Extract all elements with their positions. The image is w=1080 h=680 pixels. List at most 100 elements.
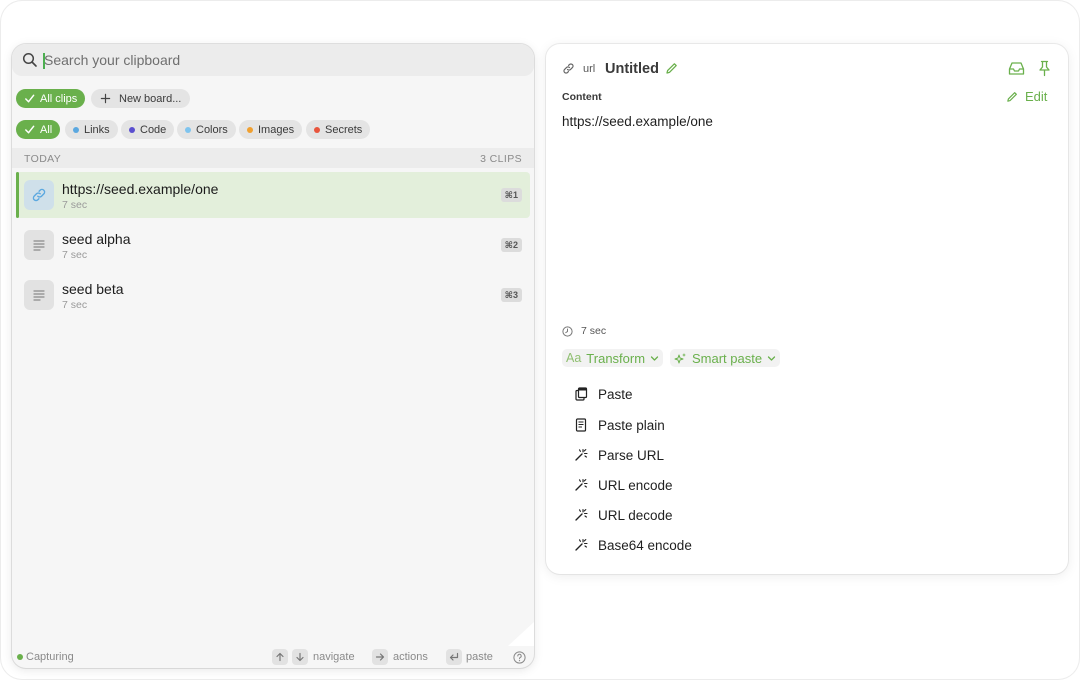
action-label: Base64 encode <box>598 537 692 553</box>
edit-button[interactable]: Edit <box>1006 89 1047 104</box>
action-paste-plain[interactable]: Paste plain <box>574 415 665 435</box>
help-icon[interactable] <box>513 651 526 664</box>
search-icon <box>22 52 37 67</box>
clip-time: 7 sec <box>62 249 88 261</box>
arrow-up-key-icon <box>272 649 288 665</box>
board-all-clips[interactable]: All clips <box>16 89 86 108</box>
capturing-status-dot <box>17 654 23 660</box>
clip-title: seed alpha <box>62 231 131 247</box>
search-input[interactable] <box>43 49 513 71</box>
action-label: Paste <box>598 386 633 402</box>
clip-timestamp: 7 sec <box>562 325 606 337</box>
clip-time: 7 sec <box>62 299 88 311</box>
filter-all[interactable]: All <box>16 120 61 139</box>
filter-all-label: All <box>40 123 53 136</box>
action-url-decode[interactable]: URL decode <box>574 505 673 525</box>
section-label: TODAY <box>24 153 62 165</box>
filter-secrets[interactable]: Secrets <box>306 120 371 139</box>
clip-shortcut: ⌘2 <box>500 238 522 252</box>
filter-secrets-label: Secrets <box>325 123 363 136</box>
action-label: Parse URL <box>598 447 665 463</box>
text-case-icon: Aa <box>566 351 582 365</box>
text-icon <box>24 230 54 260</box>
clip-type-label: url <box>583 63 596 75</box>
clip-shortcut: ⌘1 <box>500 188 522 202</box>
clock-icon <box>562 325 573 337</box>
filter-links-label: Links <box>84 123 110 136</box>
chevron-down-icon <box>650 355 659 361</box>
arrow-right-key-icon <box>372 649 388 665</box>
action-label: Paste plain <box>598 417 665 433</box>
secrets-dot <box>314 126 320 133</box>
corner-notch <box>508 622 534 646</box>
filter-colors-label: Colors <box>196 123 228 136</box>
clip-content: https://seed.example/one <box>562 114 713 129</box>
plus-icon <box>100 93 111 104</box>
search-bar <box>12 44 534 76</box>
magic-wand-icon <box>574 478 588 492</box>
action-base64-encode[interactable]: Base64 encode <box>574 535 692 555</box>
clip-title: https://seed.example/one <box>62 181 219 197</box>
clip-count: 3 CLIPS <box>480 153 522 165</box>
links-dot <box>73 126 79 133</box>
navigate-hint: navigate <box>313 651 355 663</box>
text-icon <box>24 280 54 310</box>
images-dot <box>247 126 253 133</box>
clip-title-heading[interactable]: Untitled <box>605 61 659 77</box>
edit-label: Edit <box>1025 89 1048 104</box>
capturing-status: Capturing <box>26 651 74 663</box>
magic-wand-icon <box>574 538 588 552</box>
section-header: TODAY 3 CLIPS <box>12 148 534 168</box>
new-board-label: New board... <box>119 92 182 105</box>
action-parse-url[interactable]: Parse URL <box>574 445 664 465</box>
link-icon <box>24 180 54 210</box>
arrow-down-key-icon <box>292 649 308 665</box>
link-icon <box>563 63 574 74</box>
pencil-icon <box>1007 91 1017 102</box>
board-all-clips-label: All clips <box>40 92 78 105</box>
clip-row[interactable]: seed beta 7 sec ⌘3 <box>16 272 530 318</box>
transform-label: Transform <box>586 350 646 366</box>
return-key-icon <box>446 649 462 665</box>
check-icon <box>25 94 35 103</box>
action-paste[interactable]: Paste <box>574 384 633 404</box>
clip-title: seed beta <box>62 281 124 297</box>
filter-links[interactable]: Links <box>65 120 118 139</box>
app-window: All clips New board... All Links Code Co… <box>0 0 1080 680</box>
chevron-down-icon <box>767 355 776 361</box>
pencil-icon[interactable] <box>665 62 678 75</box>
smart-paste-dropdown[interactable]: Smart paste <box>670 349 781 367</box>
filter-code-label: Code <box>140 123 167 136</box>
clip-time: 7 sec <box>62 199 88 211</box>
clip-shortcut: ⌘3 <box>500 288 522 302</box>
clip-row[interactable]: https://seed.example/one 7 sec ⌘1 <box>16 172 530 218</box>
code-dot <box>129 126 135 133</box>
clip-detail-panel: url Untitled Content Edit https://seed.e… <box>546 44 1068 574</box>
pin-icon[interactable] <box>1038 60 1051 77</box>
new-board-button[interactable]: New board... <box>91 89 191 108</box>
clip-row[interactable]: seed alpha 7 sec ⌘2 <box>16 222 530 268</box>
filter-code[interactable]: Code <box>121 120 175 139</box>
clipboard-icon <box>574 387 588 401</box>
transform-dropdown[interactable]: Aa Transform <box>562 349 664 367</box>
check-icon <box>25 125 35 134</box>
magic-wand-icon <box>574 508 588 522</box>
action-label: URL decode <box>598 507 673 523</box>
sparkles-icon <box>674 352 686 363</box>
paste-hint: paste <box>466 651 493 663</box>
filter-images[interactable]: Images <box>239 120 303 139</box>
colors-dot <box>185 126 191 133</box>
clipboard-list-panel: All clips New board... All Links Code Co… <box>12 44 534 668</box>
filter-colors[interactable]: Colors <box>177 120 236 139</box>
filter-images-label: Images <box>258 123 295 136</box>
actions-hint: actions <box>393 651 428 663</box>
text-caret <box>43 53 45 69</box>
content-label: Content <box>562 91 602 103</box>
document-icon <box>574 418 588 432</box>
clip-time-label: 7 sec <box>581 325 607 337</box>
magic-wand-icon <box>574 448 588 462</box>
selection-indicator <box>16 172 19 218</box>
action-url-encode[interactable]: URL encode <box>574 475 673 495</box>
status-footer: Capturing navigate actions paste <box>12 648 534 668</box>
inbox-icon[interactable] <box>1008 61 1025 76</box>
